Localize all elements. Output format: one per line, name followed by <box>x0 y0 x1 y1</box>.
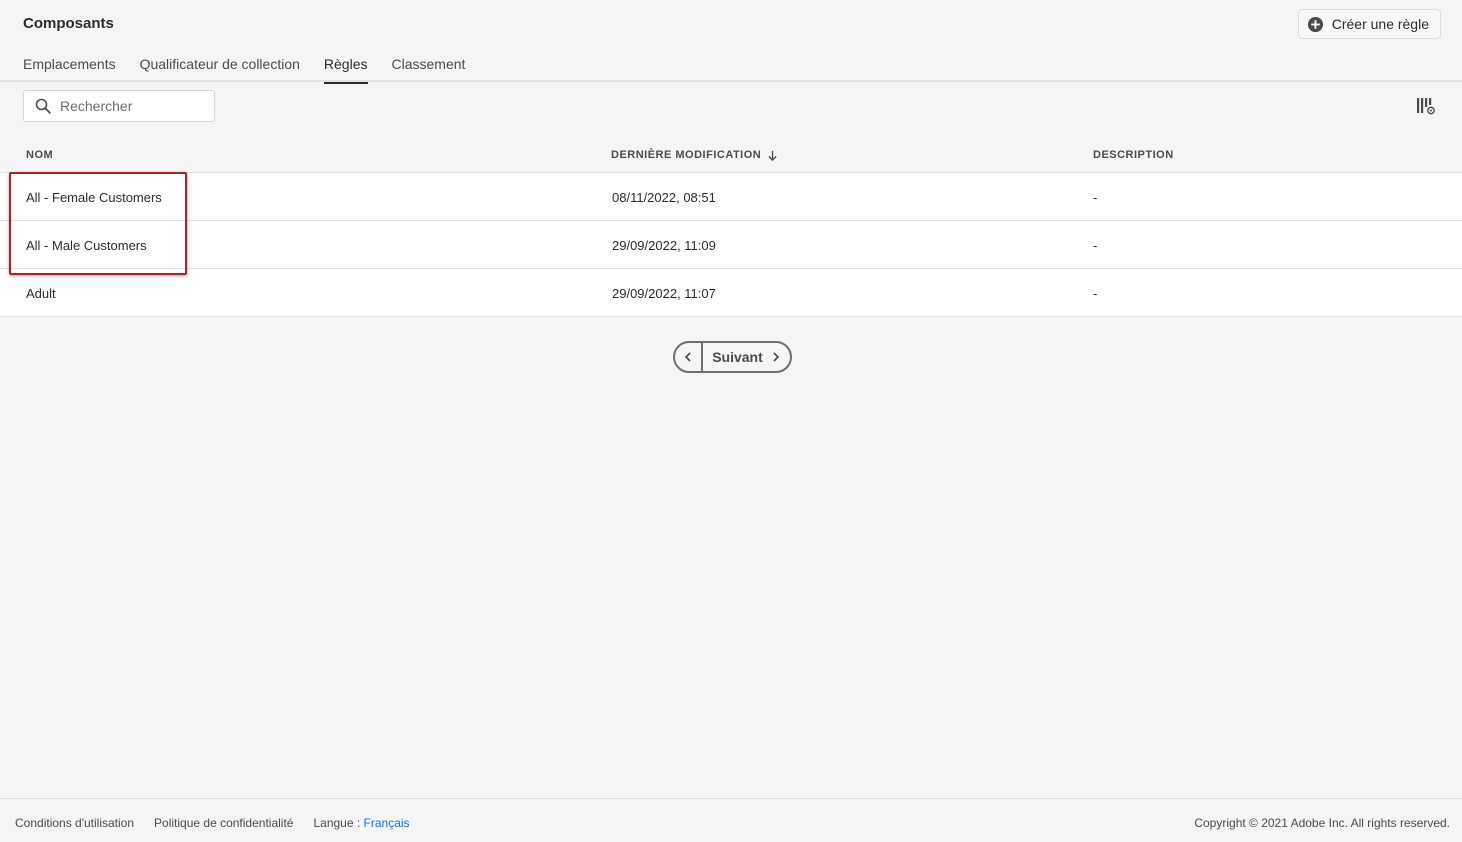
column-header-name[interactable]: NOM <box>26 149 53 161</box>
footer: Conditions d'utilisation Politique de co… <box>0 798 1462 842</box>
next-page-label: Suivant <box>712 349 763 365</box>
privacy-link[interactable]: Politique de confidentialité <box>154 816 293 830</box>
rule-description: - <box>1093 238 1098 253</box>
rule-name[interactable]: All - Female Customers <box>26 190 162 205</box>
language-link[interactable]: Français <box>364 816 410 830</box>
page-title: Composants <box>23 15 114 32</box>
column-header-description[interactable]: DESCRIPTION <box>1093 149 1174 161</box>
search-input[interactable] <box>60 98 200 114</box>
tab-emplacements[interactable]: Emplacements <box>23 48 116 82</box>
column-header-modified-label: DERNIÈRE MODIFICATION <box>611 149 762 161</box>
column-header-description-label: DESCRIPTION <box>1093 149 1174 161</box>
footer-links: Conditions d'utilisation Politique de co… <box>15 816 410 830</box>
rule-modified: 29/09/2022, 11:09 <box>612 238 716 253</box>
column-header-name-label: NOM <box>26 149 54 161</box>
pagination: Suivant <box>673 341 792 373</box>
sort-descending-icon <box>767 150 778 161</box>
chevron-left-icon <box>683 352 693 362</box>
column-settings-icon[interactable] <box>1416 96 1436 116</box>
previous-page-button[interactable] <box>675 343 703 371</box>
tab-bar: Emplacements Qualificateur de collection… <box>0 48 1462 84</box>
column-header-modified[interactable]: DERNIÈRE MODIFICATION <box>611 149 778 161</box>
add-circle-icon <box>1307 16 1324 33</box>
rule-name[interactable]: Adult <box>26 286 56 301</box>
rule-name[interactable]: All - Male Customers <box>26 238 147 253</box>
next-page-button[interactable]: Suivant <box>703 349 790 365</box>
search-icon <box>35 98 51 114</box>
page: Composants Créer une règle Emplacements … <box>0 0 1462 842</box>
tab-qualificateur-collection[interactable]: Qualificateur de collection <box>140 48 300 82</box>
rule-description: - <box>1093 286 1098 301</box>
terms-link[interactable]: Conditions d'utilisation <box>15 816 134 830</box>
create-rule-label: Créer une règle <box>1331 16 1429 32</box>
tab-regles[interactable]: Règles <box>323 48 368 84</box>
search-field[interactable] <box>23 90 215 122</box>
create-rule-button[interactable]: Créer une règle <box>1297 9 1441 39</box>
chevron-right-icon <box>771 352 781 362</box>
language-label: Langue : <box>313 816 361 830</box>
copyright-text: Copyright © 2021 Adobe Inc. All rights r… <box>1194 816 1450 830</box>
table-row[interactable]: Adult 29/09/2022, 11:07 - <box>0 269 1462 317</box>
table-header: NOM DERNIÈRE MODIFICATION DESCRIPTION <box>0 138 1462 173</box>
language-selector: Langue : Français <box>313 816 409 830</box>
rules-table: NOM DERNIÈRE MODIFICATION DESCRIPTION Al… <box>0 138 1462 317</box>
tab-classement[interactable]: Classement <box>392 48 466 82</box>
table-row[interactable]: All - Male Customers 29/09/2022, 11:09 - <box>0 221 1462 269</box>
rule-modified: 08/11/2022, 08:51 <box>612 190 716 205</box>
rule-description: - <box>1093 190 1098 205</box>
rule-modified: 29/09/2022, 11:07 <box>612 286 716 301</box>
table-row[interactable]: All - Female Customers 08/11/2022, 08:51… <box>0 173 1462 221</box>
